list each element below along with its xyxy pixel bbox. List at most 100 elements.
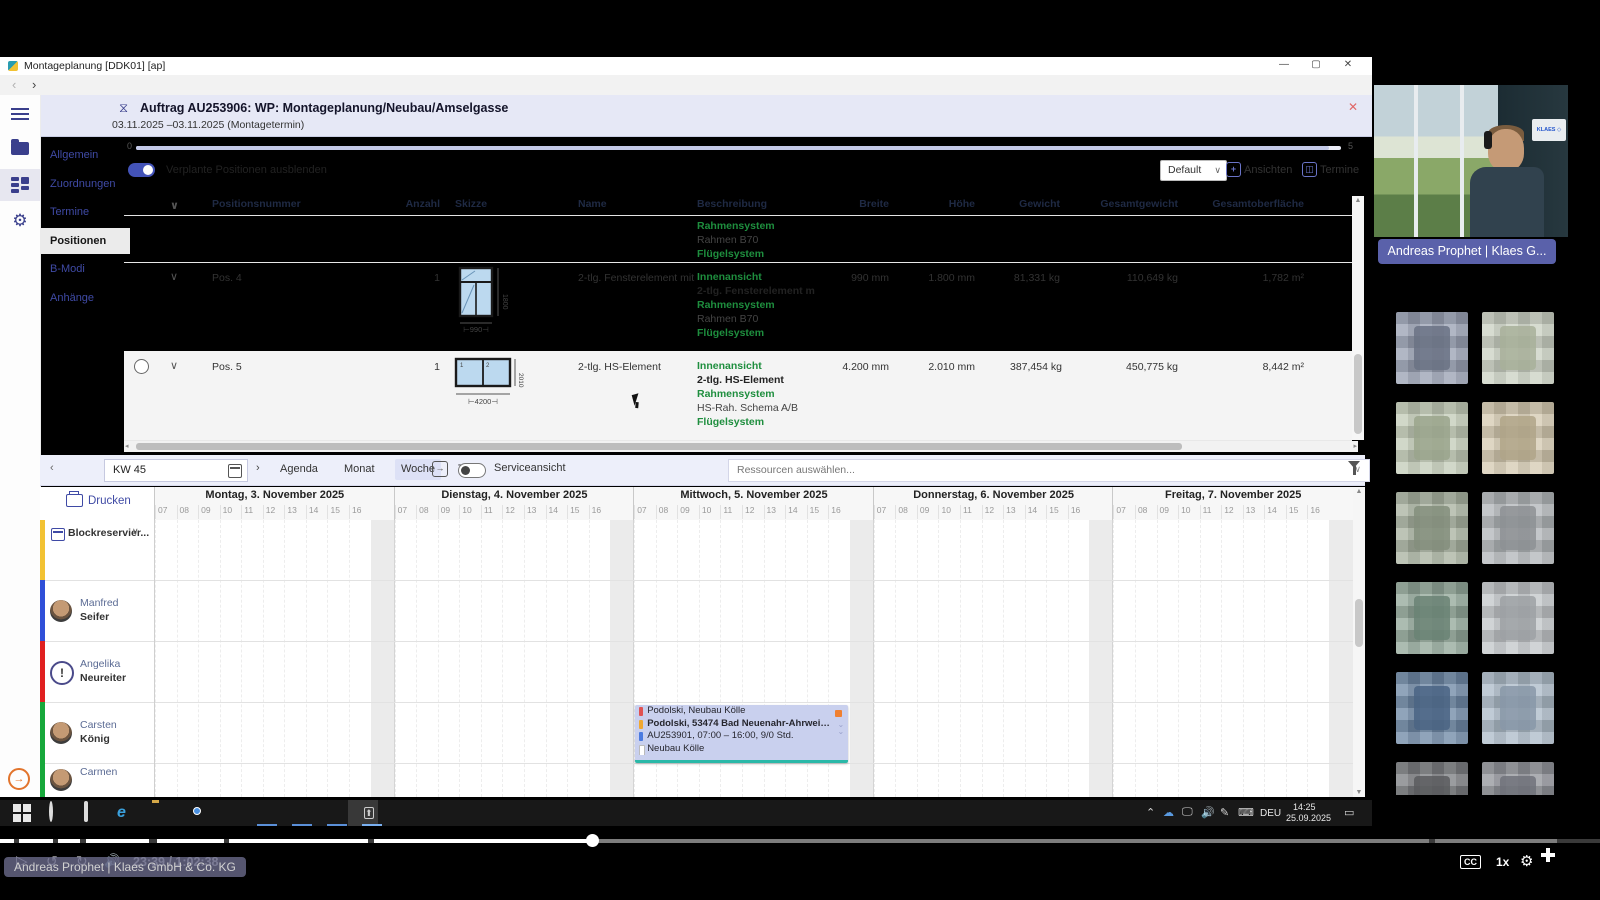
- chevron-down-icon[interactable]: ∨: [132, 526, 139, 537]
- hour-cell[interactable]: [874, 520, 897, 797]
- week-prev-icon[interactable]: ‹: [50, 462, 54, 474]
- hour-cell[interactable]: [546, 520, 569, 797]
- back-icon[interactable]: ‹: [12, 77, 16, 92]
- resource-row[interactable]: ManfredSeifer: [40, 580, 154, 642]
- hour-cell[interactable]: [263, 520, 286, 797]
- ansichten-button[interactable]: Ansichten: [1244, 164, 1292, 176]
- chevron-down-icon[interactable]: ∨: [170, 359, 178, 372]
- ansichten-icon[interactable]: +: [1226, 162, 1241, 177]
- scroll-down-icon[interactable]: ▼: [1353, 789, 1365, 796]
- hour-cell[interactable]: [960, 520, 983, 797]
- table-row[interactable]: RahmensystemRahmen B70Flügelsystem: [124, 215, 1352, 263]
- notification-icon[interactable]: ▭: [1344, 806, 1354, 819]
- col-skizze[interactable]: Skizze: [455, 198, 487, 210]
- hour-cell[interactable]: [938, 520, 961, 797]
- folder-icon[interactable]: [0, 133, 40, 165]
- tray-date[interactable]: 25.09.2025: [1286, 813, 1331, 823]
- row-radio[interactable]: [134, 359, 149, 374]
- maximize-button[interactable]: ▢: [1308, 59, 1324, 70]
- resource-row[interactable]: !AngelikaNeureiter: [40, 641, 154, 703]
- hour-cell[interactable]: [982, 520, 1005, 797]
- hour-cell[interactable]: [241, 520, 264, 797]
- hour-cell[interactable]: [1068, 520, 1091, 797]
- positions-vertical-scrollbar[interactable]: ▲: [1352, 196, 1364, 440]
- col-gesamtoberflaeche[interactable]: Gesamtoberfläche: [1194, 198, 1304, 210]
- document-icon[interactable]: [222, 803, 242, 823]
- hour-cell[interactable]: [524, 520, 547, 797]
- hour-cell[interactable]: [306, 520, 329, 797]
- hour-cell[interactable]: [1264, 520, 1287, 797]
- sidebar-item-positionen[interactable]: Positionen: [40, 228, 130, 254]
- klaes-app-1-icon[interactable]: [292, 803, 312, 823]
- hour-cell[interactable]: [1286, 520, 1309, 797]
- filter-icon[interactable]: [1348, 461, 1360, 468]
- week-next-icon[interactable]: ›: [256, 462, 260, 474]
- col-gewicht[interactable]: Gewicht: [1010, 198, 1060, 210]
- hour-cell[interactable]: [395, 520, 418, 797]
- table-row[interactable]: ∨Pos. 51122010⊢4200⊣2-tlg. HS-Element4.2…: [124, 351, 1352, 441]
- progress-scrubber[interactable]: [586, 834, 599, 847]
- day-column[interactable]: [873, 520, 1114, 797]
- chevron-down-icon[interactable]: ∨: [170, 199, 179, 212]
- scroll-left-icon[interactable]: ◂: [125, 442, 129, 450]
- hour-cell[interactable]: [177, 520, 200, 797]
- hour-cell[interactable]: [502, 520, 525, 797]
- onedrive-icon[interactable]: ☁: [1163, 806, 1174, 819]
- sidebar-item-allgemein[interactable]: Allgemein: [40, 142, 130, 168]
- language-indicator[interactable]: DEU: [1260, 808, 1281, 819]
- week-input[interactable]: KW 45: [104, 459, 248, 482]
- hour-cell[interactable]: [155, 520, 178, 797]
- gear-icon[interactable]: ⚙: [0, 205, 40, 237]
- klaes-app-2-icon[interactable]: [327, 803, 347, 823]
- hour-cell[interactable]: [567, 520, 590, 797]
- hide-planned-toggle[interactable]: [128, 163, 155, 177]
- export-day-icon[interactable]: →: [432, 461, 448, 477]
- edge-icon[interactable]: e: [117, 803, 137, 823]
- day-column[interactable]: [394, 520, 635, 797]
- settings-gear-icon[interactable]: ⚙: [1520, 852, 1533, 870]
- chevron-double-down-icon[interactable]: ⌄⌄: [837, 721, 844, 735]
- hour-cell[interactable]: [327, 520, 350, 797]
- hour-cell[interactable]: [220, 520, 243, 797]
- explorer-icon[interactable]: [152, 803, 172, 823]
- close-button[interactable]: ✕: [1340, 59, 1356, 70]
- minimize-button[interactable]: —: [1276, 59, 1292, 70]
- tray-chevron-up-icon[interactable]: ⌃: [1146, 806, 1155, 819]
- day-column[interactable]: [1112, 520, 1353, 797]
- service-view-toggle[interactable]: [458, 463, 486, 478]
- termine-button[interactable]: Termine: [1320, 164, 1359, 176]
- col-name[interactable]: Name: [578, 198, 607, 210]
- col-hoehe[interactable]: Höhe: [925, 198, 975, 210]
- tray-time[interactable]: 14:25: [1293, 802, 1316, 812]
- scheduler-vertical-scrollbar[interactable]: ▲ ▼: [1353, 487, 1365, 797]
- view-dropdown[interactable]: Default∨: [1160, 160, 1227, 181]
- scroll-up-icon[interactable]: ▲: [1352, 197, 1364, 204]
- hour-cell[interactable]: [1178, 520, 1201, 797]
- positions-slider[interactable]: [136, 146, 1341, 150]
- col-anzahl[interactable]: Anzahl: [400, 198, 440, 210]
- scheduler-grid[interactable]: Blockreservier...∨ManfredSeifer!Angelika…: [40, 520, 1353, 797]
- task-view-icon[interactable]: [82, 803, 102, 823]
- calendar-icon[interactable]: [228, 464, 242, 478]
- display-icon[interactable]: 🖵: [1182, 806, 1193, 819]
- playback-speed-button[interactable]: 1x: [1496, 855, 1509, 869]
- exit-icon[interactable]: →: [8, 768, 30, 790]
- hour-cell[interactable]: [895, 520, 918, 797]
- order-close-icon[interactable]: ✕: [1348, 100, 1358, 114]
- day-column[interactable]: [154, 520, 395, 797]
- col-breite[interactable]: Breite: [839, 198, 889, 210]
- scroll-up-icon[interactable]: ▲: [1353, 488, 1365, 495]
- hour-cell[interactable]: [1307, 520, 1330, 797]
- col-beschreibung[interactable]: Beschreibung: [697, 198, 767, 210]
- table-row[interactable]: ∨Pos. 411800⊢990⊣2-tlg. Fensterelement m…: [124, 262, 1352, 352]
- hour-cell[interactable]: [349, 520, 372, 797]
- hour-cell[interactable]: [1157, 520, 1180, 797]
- hour-cell[interactable]: [1046, 520, 1069, 797]
- resource-row[interactable]: Carmen: [40, 763, 154, 797]
- hour-cell[interactable]: [917, 520, 940, 797]
- col-positionsnummer[interactable]: Positionsnummer: [212, 198, 301, 210]
- hour-cell[interactable]: [1113, 520, 1136, 797]
- resources-select[interactable]: Ressourcen auswählen... ∨: [728, 459, 1370, 482]
- tab-monat[interactable]: Monat: [338, 459, 381, 480]
- pen-icon[interactable]: ✎: [1220, 806, 1229, 819]
